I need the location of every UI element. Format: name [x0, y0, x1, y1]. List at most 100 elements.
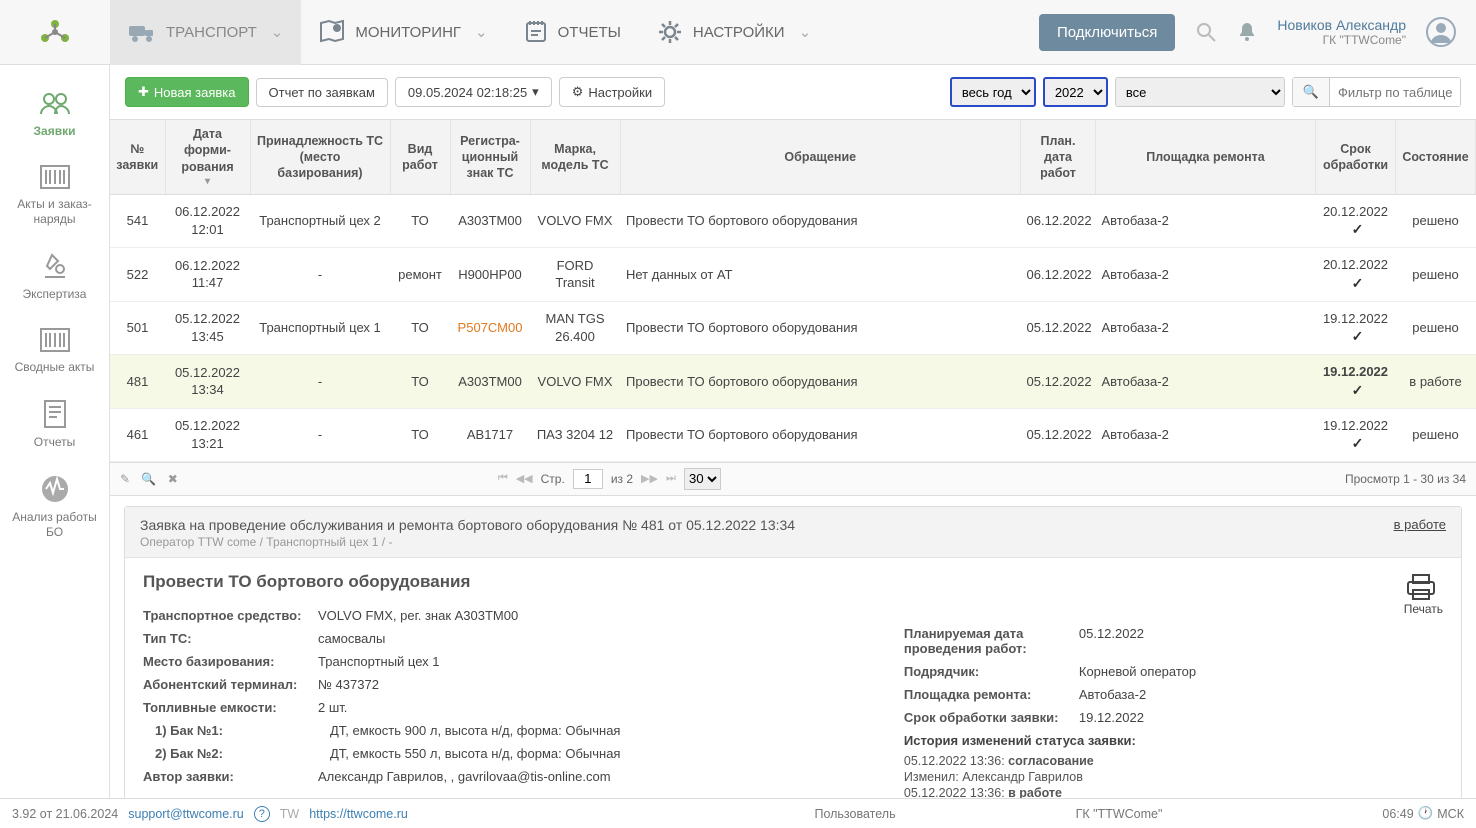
- detail-field: Транспортное средство:VOLVO FMX, рег. зн…: [143, 608, 844, 623]
- report-icon: [41, 399, 69, 429]
- page-of: из 2: [611, 472, 633, 486]
- detail-field: Срок обработки заявки:19.12.2022: [904, 710, 1443, 725]
- period-select[interactable]: весь год: [950, 77, 1036, 107]
- sidebar-label: Анализ работы БО: [4, 510, 105, 540]
- sidebar-label: Экспертиза: [23, 287, 87, 302]
- page-size-select[interactable]: 30: [684, 468, 721, 490]
- detail-heading: Провести ТО бортового оборудования: [143, 572, 470, 592]
- footer-tz: МСК: [1437, 807, 1464, 821]
- sidebar-item-summary-acts[interactable]: Сводные акты: [0, 316, 109, 389]
- gear-icon: [657, 19, 683, 45]
- sidebar-label: Акты и заказ-наряды: [4, 197, 105, 227]
- truck-icon: [128, 20, 156, 44]
- pager-summary: Просмотр 1 - 30 из 34: [1345, 472, 1466, 486]
- col-issue[interactable]: Обращение: [620, 120, 1021, 194]
- new-request-button[interactable]: ✚ Новая заявка: [125, 77, 249, 107]
- col-plate[interactable]: Регистра-ционный знак ТС: [450, 120, 530, 194]
- datetime-select[interactable]: 09.05.2024 02:18:25 ▾: [395, 77, 552, 107]
- sidebar-label: Отчеты: [34, 435, 75, 450]
- nav-transport[interactable]: ТРАНСПОРТ ⌄: [110, 0, 301, 65]
- search-icon[interactable]: 🔍: [1293, 78, 1330, 106]
- footer-user-label: Пользователь: [814, 807, 895, 821]
- detail-field: Площадка ремонта:Автобаза-2: [904, 687, 1443, 702]
- year-select[interactable]: 2022: [1043, 77, 1108, 107]
- col-plandate[interactable]: План. дата работ: [1021, 120, 1096, 194]
- detail-subtitle: Оператор TTW come / Транспортный цех 1 /…: [140, 535, 1446, 549]
- activity-icon: [40, 474, 70, 504]
- plus-icon: ✚: [138, 84, 149, 100]
- detail-state-link[interactable]: в работе: [1394, 517, 1446, 532]
- chevron-down-icon: ⌄: [475, 23, 488, 41]
- nav-reports[interactable]: ОТЧЕТЫ: [506, 0, 639, 65]
- detail-field: Место базирования:Транспортный цех 1: [143, 654, 844, 669]
- close-icon[interactable]: ✖: [168, 472, 178, 486]
- col-num[interactable]: № заявки: [110, 120, 165, 194]
- col-date[interactable]: Дата форми-рования▾: [165, 120, 250, 194]
- col-deadline[interactable]: Срок обработки: [1316, 120, 1396, 194]
- sidebar-item-reports[interactable]: Отчеты: [0, 389, 109, 464]
- page-prev-icon[interactable]: ◀◀: [516, 472, 533, 485]
- sidebar-label: Сводные акты: [15, 360, 95, 375]
- table-row[interactable]: 48105.12.202213:34-ТОА303ТМ00VOLVO FMXПр…: [110, 355, 1476, 408]
- detail-title: Заявка на проведение обслуживания и ремо…: [140, 517, 1446, 533]
- table-filter-input[interactable]: [1330, 78, 1460, 106]
- report-button[interactable]: Отчет по заявкам: [256, 78, 388, 107]
- search-icon[interactable]: [1195, 21, 1217, 43]
- button-label: Новая заявка: [154, 85, 236, 100]
- footer-tw: TW: [280, 807, 299, 821]
- nav-label: МОНИТОРИНГ: [355, 24, 461, 41]
- printer-icon: [1404, 572, 1438, 602]
- footer-company: ГК "TTWCome": [1076, 807, 1163, 821]
- nav-label: ОТЧЕТЫ: [558, 24, 621, 41]
- sidebar-item-expertise[interactable]: Экспертиза: [0, 241, 109, 316]
- sidebar-item-acts[interactable]: Акты и заказ-наряды: [0, 153, 109, 241]
- footer-url-link[interactable]: https://ttwcome.ru: [309, 807, 408, 821]
- footer-time: 06:49: [1382, 807, 1413, 821]
- bell-icon[interactable]: [1237, 21, 1257, 43]
- barcode-icon: [38, 326, 72, 354]
- footer-support-link[interactable]: support@ttwcome.ru: [128, 807, 244, 821]
- page-number-input[interactable]: [573, 469, 603, 489]
- detail-field: Абонентский терминал:№ 437372: [143, 677, 844, 692]
- table-row[interactable]: 50105.12.202213:45Транспортный цех 1ТОР5…: [110, 301, 1476, 354]
- user-box: Новиков Александр ГК "TTWCome": [1277, 17, 1406, 47]
- connect-button[interactable]: Подключиться: [1039, 14, 1175, 51]
- detail-field: Тип ТС:самосвалы: [143, 631, 844, 646]
- settings-button[interactable]: ⚙ Настройки: [559, 77, 665, 107]
- page-last-icon[interactable]: ⏭: [666, 472, 676, 485]
- sidebar-label: Заявки: [34, 124, 76, 139]
- sidebar-item-requests[interactable]: Заявки: [0, 80, 109, 153]
- col-owner[interactable]: Принадлежность ТС (место базирования): [250, 120, 390, 194]
- col-site[interactable]: Площадка ремонта: [1096, 120, 1316, 194]
- print-button[interactable]: Печать: [1404, 572, 1443, 616]
- history-line: 05.12.2022 13:36: согласование: [904, 754, 1443, 768]
- nav-settings[interactable]: НАСТРОЙКИ ⌄: [639, 0, 829, 65]
- col-worktype[interactable]: Вид работ: [390, 120, 450, 194]
- detail-field: Автор заявки:Александр Гаврилов, , gavri…: [143, 769, 844, 784]
- barcode-icon: [38, 163, 72, 191]
- sidebar-item-analysis[interactable]: Анализ работы БО: [0, 464, 109, 554]
- scope-select[interactable]: все: [1115, 77, 1285, 107]
- nav-monitoring[interactable]: МОНИТОРИНГ ⌄: [301, 0, 505, 65]
- detail-field: 2) Бак №2:ДТ, емкость 550 л, высота н/д,…: [155, 746, 844, 761]
- microscope-icon: [40, 251, 70, 281]
- avatar-icon[interactable]: [1426, 17, 1456, 47]
- user-company: ГК "TTWCome": [1323, 33, 1406, 47]
- col-model[interactable]: Марка, модель ТС: [530, 120, 620, 194]
- table-row[interactable]: 46105.12.202213:21-ТОАВ1717ПАЗ 3204 12Пр…: [110, 408, 1476, 461]
- print-label: Печать: [1404, 602, 1443, 616]
- edit-icon[interactable]: ✎: [120, 472, 130, 486]
- zoom-icon[interactable]: 🔍: [141, 472, 156, 486]
- notepad-icon: [524, 19, 548, 45]
- col-state[interactable]: Состояние: [1396, 120, 1476, 194]
- detail-field: 1) Бак №1:ДТ, емкость 900 л, высота н/д,…: [155, 723, 844, 738]
- table-row[interactable]: 52206.12.202211:47-ремонтН900НР00FORD Tr…: [110, 248, 1476, 301]
- clock-icon: 🕐: [1418, 806, 1434, 821]
- page-first-icon[interactable]: ⏮: [498, 472, 508, 485]
- app-logo[interactable]: [0, 12, 110, 52]
- page-label: Стр.: [541, 472, 565, 486]
- table-row[interactable]: 54106.12.202212:01Транспортный цех 2ТОА3…: [110, 194, 1476, 247]
- page-next-icon[interactable]: ▶▶: [641, 472, 658, 485]
- help-icon[interactable]: ?: [254, 806, 270, 822]
- button-label: 09.05.2024 02:18:25: [408, 85, 527, 100]
